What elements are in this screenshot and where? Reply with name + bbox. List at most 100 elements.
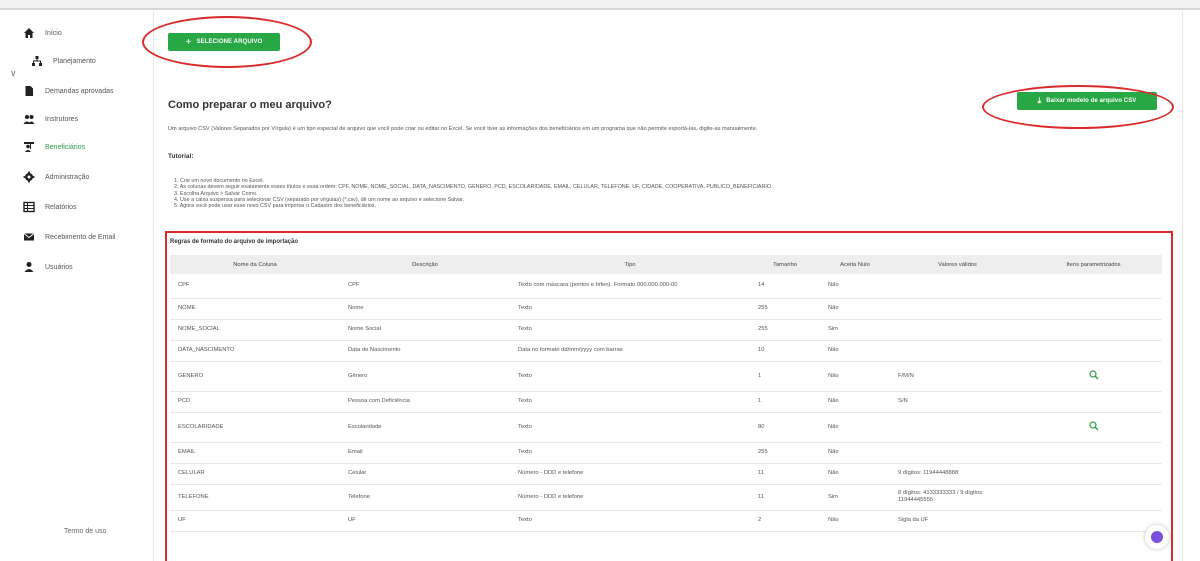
table-cell: NOME xyxy=(170,298,340,320)
table-cell: 10 xyxy=(750,340,820,362)
table-cell: Texto xyxy=(510,361,750,392)
table-cell: Nome Social xyxy=(340,319,510,341)
sidebar-item-label: Beneficiários xyxy=(45,143,86,151)
select-file-button[interactable]: + SELECIONE ARQUIVO xyxy=(168,33,280,51)
table-cell xyxy=(1025,412,1162,443)
table-cell xyxy=(890,319,1025,341)
table-cell: 14 xyxy=(750,274,820,299)
table-cell: 11 xyxy=(750,484,820,511)
table-cell xyxy=(1025,442,1162,464)
table-cell: 1 xyxy=(750,391,820,413)
table-row: CELULAR Celular Número - DDD e telefone 11 N… xyxy=(170,463,1162,485)
sidebar-item-label: Administração xyxy=(45,173,90,181)
search-icon[interactable] xyxy=(1088,369,1099,383)
table-row: ESCOLARIDADE Escolaridade Texto 80 Não xyxy=(170,412,1162,443)
download-template-button[interactable]: ⤓ Baixar modelo de arquivo CSV xyxy=(1017,92,1157,110)
assistant-icon xyxy=(1151,531,1163,543)
table-cell xyxy=(1025,319,1162,341)
table-cell: UF xyxy=(340,510,510,532)
table-cell: CPF xyxy=(170,274,340,299)
sidebar-item-label: Relatórios xyxy=(45,203,77,211)
table-cell: CPF xyxy=(340,274,510,299)
table-row: NOME_SOCIAL Nome Social Texto 255 Sim xyxy=(170,319,1162,341)
tutorial-step: 5. Agora você pode usar esse novo CSV pa… xyxy=(174,203,376,210)
sidebar-item-relatorios[interactable]: Relatórios xyxy=(22,198,77,216)
sitemap-icon xyxy=(30,54,44,68)
table-cell: CELULAR xyxy=(170,463,340,485)
table-title: Regras de formato do arquivo de importaç… xyxy=(170,239,299,245)
import-rules-table: Nome da Coluna Descrição Tipo Tamanho Aceita… xyxy=(170,255,1162,532)
table-row: TELEFONE Telefone Número - DDD e telefone 1… xyxy=(170,484,1162,511)
envelope-icon xyxy=(22,230,36,244)
table-cell: Data no formato dd/mm/yyyy com barras xyxy=(510,340,750,362)
csv-description: Um arquivo CSV (Valores Separados por Ví… xyxy=(168,126,758,132)
table-cell: Não xyxy=(820,361,890,392)
user-icon xyxy=(22,260,36,274)
table-icon xyxy=(22,200,36,214)
sidebar-item-planejamento[interactable]: Planejamento xyxy=(30,52,96,70)
sidebar-item-label: Recebimento de Email xyxy=(45,233,116,241)
table-cell xyxy=(890,274,1025,299)
table-cell xyxy=(1025,361,1162,392)
document-icon xyxy=(22,84,36,98)
table-cell: Email xyxy=(340,442,510,464)
assistant-button[interactable] xyxy=(1145,525,1169,549)
table-row: NOME Nome Texto 255 Não xyxy=(170,298,1162,320)
table-cell: Não xyxy=(820,510,890,532)
table-cell xyxy=(890,340,1025,362)
search-icon[interactable] xyxy=(1088,420,1099,434)
column-header: Nome da Coluna xyxy=(170,255,340,274)
table-cell: Texto xyxy=(510,298,750,320)
column-header: Itens parametrizados xyxy=(1025,255,1162,274)
sidebar-item-inicio[interactable]: Início xyxy=(22,24,62,42)
table-cell: TELEFONE xyxy=(170,484,340,511)
table-cell: Pessoa com Deficiência xyxy=(340,391,510,413)
table-cell: Texto xyxy=(510,442,750,464)
table-cell: F/M/N xyxy=(890,361,1025,392)
sidebar: Início ∨ Planejamento Demandas aprovadas… xyxy=(0,12,150,561)
table-row: GENERO Gênero Texto 1 Não F/M/N xyxy=(170,361,1162,392)
table-header-row: Nome da Coluna Descrição Tipo Tamanho Aceita… xyxy=(170,255,1162,274)
table-cell: 8 dígitos: 4133333333 / 9 dígitos: 11944… xyxy=(890,484,1025,511)
tutorial-steps: 1. Crie um novo documento no Excel. 2. A… xyxy=(174,178,773,209)
chevron-down-icon[interactable]: ∨ xyxy=(10,68,17,79)
table-row: CPF CPF Texto com máscara (pontos e hífen)… xyxy=(170,274,1162,299)
sidebar-item-email[interactable]: Recebimento de Email xyxy=(22,228,115,246)
table-cell: Não xyxy=(820,412,890,443)
table-cell: Sim xyxy=(820,484,890,511)
table-cell: Não xyxy=(820,340,890,362)
table-cell: Número - DDD e telefone xyxy=(510,484,750,511)
table-cell: Não xyxy=(820,298,890,320)
table-cell: UF xyxy=(170,510,340,532)
sidebar-item-instrutores[interactable]: Instrutores xyxy=(22,110,78,128)
table-cell: Texto xyxy=(510,391,750,413)
sidebar-item-demandas[interactable]: Demandas aprovadas xyxy=(22,82,114,100)
top-bar xyxy=(0,0,1200,10)
sidebar-item-label: Demandas aprovadas xyxy=(45,87,114,95)
table-row: UF UF Texto 2 Não Sigla da UF xyxy=(170,510,1162,532)
table-cell: Escolaridade xyxy=(340,412,510,443)
table-cell: S/N xyxy=(890,391,1025,413)
download-icon: ⤓ xyxy=(1037,96,1042,105)
table-cell: NOME_SOCIAL xyxy=(170,319,340,341)
column-header: Tipo xyxy=(510,255,750,274)
table-cell: 2 xyxy=(750,510,820,532)
table-row: EMAIL Email Texto 255 Não xyxy=(170,442,1162,464)
users-icon xyxy=(22,112,36,126)
sidebar-item-beneficiarios[interactable]: Beneficiários xyxy=(22,138,85,156)
terms-link[interactable]: Termo de uso xyxy=(64,528,106,535)
table-cell: Não xyxy=(820,274,890,299)
sidebar-item-label: Usuários xyxy=(45,263,73,271)
sidebar-item-administracao[interactable]: Administração xyxy=(22,168,89,186)
column-header: Valores válidos xyxy=(890,255,1025,274)
table-cell: Não xyxy=(820,391,890,413)
sidebar-item-usuarios[interactable]: Usuários xyxy=(22,258,73,276)
table-cell xyxy=(1025,510,1162,532)
table-cell: 1 xyxy=(750,361,820,392)
column-header: Descrição xyxy=(340,255,510,274)
table-cell: ESCOLARIDADE xyxy=(170,412,340,443)
main-content: + SELECIONE ARQUIVO Como preparar o meu … xyxy=(142,12,1183,561)
sidebar-item-label: Instrutores xyxy=(45,115,79,123)
table-cell: Data de Nascimento xyxy=(340,340,510,362)
tutorial-title: Tutorial: xyxy=(168,153,194,160)
